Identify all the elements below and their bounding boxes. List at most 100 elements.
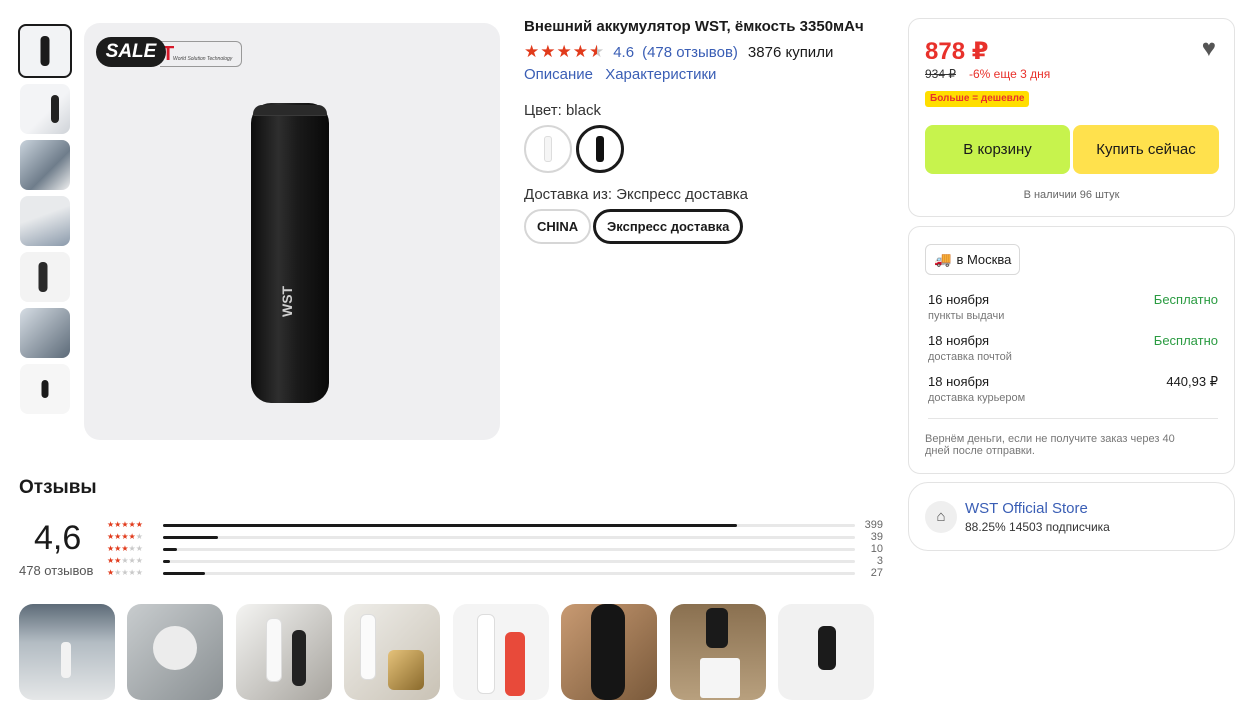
review-photo[interactable] (127, 604, 224, 700)
shipping-label: Доставка из: Экспресс доставка (524, 186, 749, 203)
heart-icon[interactable]: ♥ (1202, 37, 1216, 61)
reviews-title: Отзывы (19, 477, 97, 498)
swatch-image (544, 136, 552, 162)
add-to-cart-button[interactable]: В корзину (925, 125, 1070, 174)
rating-bar-track (163, 524, 855, 527)
reviews-score: 4,6 (34, 519, 82, 557)
rating-value[interactable]: 4.6 (613, 44, 634, 61)
rating-bar-row[interactable]: ★★★★★ 39 (107, 531, 887, 543)
photo-object (153, 626, 198, 670)
tab-specifications[interactable]: Характеристики (605, 66, 716, 83)
old-price: 934 ₽ (925, 67, 956, 81)
delivery-row: 16 ноября пункты выдачи Бесплатно (928, 292, 1218, 322)
photo-object (591, 604, 626, 700)
rating-bar-count: 3 (876, 555, 883, 567)
review-photo[interactable] (669, 604, 766, 700)
delivery-row: 18 ноября доставка курьером 440,93 ₽ (928, 374, 1218, 404)
thumbnail-list (18, 24, 74, 420)
rating-bar-count: 10 (870, 543, 883, 555)
delivery-price: Бесплатно (1153, 333, 1218, 348)
review-photo[interactable] (778, 604, 875, 700)
half-star-icon: ★ (588, 42, 606, 61)
delivery-method: пункты выдачи (928, 310, 1005, 322)
ship-option-china[interactable]: CHINA (524, 209, 592, 244)
rating-bar-row[interactable]: ★★★★★ 27 (107, 567, 887, 579)
rating-bar-row[interactable]: ★★★★★ 3 (107, 555, 887, 567)
color-swatch-white[interactable] (524, 125, 572, 173)
rating-stars-icon: ★★★★★ (107, 520, 143, 529)
review-photo[interactable] (19, 604, 115, 700)
info-tabs: Описание Характеристики (524, 66, 724, 83)
product-title: Внешний аккумулятор WST, ёмкость 3350мАч (524, 18, 864, 35)
photo-object (476, 614, 495, 694)
rating-stars-icon: ★★★★★ (524, 42, 605, 62)
rating-bar-count: 399 (864, 519, 883, 531)
review-photo[interactable] (344, 604, 441, 700)
rating-stars-icon: ★★★★★ (107, 544, 143, 553)
rating-stars-icon: ★★★★★ (107, 532, 143, 541)
photo-object (265, 618, 282, 682)
store-card[interactable]: ⌂ WST Official Store 88.25% 14503 подпис… (908, 482, 1235, 551)
delivery-row: 18 ноября доставка почтой Бесплатно (928, 333, 1218, 363)
rating-bar-count: 39 (870, 531, 883, 543)
thumbnail-1[interactable] (18, 24, 72, 78)
logo-text: World Solution Technology (173, 56, 233, 62)
buy-now-button[interactable]: Купить сейчас (1073, 125, 1219, 174)
thumbnail-6[interactable] (20, 308, 70, 358)
discount-label: -6% еще 3 дня (969, 67, 1051, 81)
bought-count: 3876 купили (747, 43, 834, 61)
thumbnail-5[interactable] (20, 252, 70, 302)
color-swatch-black[interactable] (576, 125, 624, 173)
rating-bar-track (163, 572, 855, 575)
reviews-link[interactable]: (478 отзывов) (642, 44, 738, 61)
device-logo: WST (279, 285, 295, 317)
rating-row: ★★★★★ 4.6 (478 отзывов) 3876 купили (524, 42, 833, 62)
rating-bar-fill (163, 536, 219, 539)
photo-object (699, 658, 740, 698)
product-image (38, 262, 47, 292)
rating-bar-track (163, 560, 855, 563)
thumbnail-7[interactable] (20, 364, 70, 414)
tab-description[interactable]: Описание (524, 66, 593, 83)
rating-bar-fill (163, 572, 205, 575)
photo-object (360, 614, 377, 680)
promo-badge[interactable]: Больше = дешевле (925, 91, 1030, 107)
power-bank-image: WST (251, 103, 329, 403)
photo-object (291, 630, 306, 686)
rating-bar-fill (163, 560, 170, 563)
store-name[interactable]: WST Official Store (965, 500, 1088, 517)
rating-bar-row[interactable]: ★★★★★ 399 (107, 519, 887, 531)
review-photo[interactable] (561, 604, 658, 700)
product-image (41, 380, 49, 398)
divider (928, 418, 1218, 419)
rating-bar-fill (163, 524, 738, 527)
city-selector[interactable]: 🚚 в Москва (925, 244, 1021, 275)
thumbnail-3[interactable] (20, 140, 70, 190)
main-product-image[interactable]: T World Solution Technology SALE WST (84, 23, 500, 440)
stock-info: В наличии 96 штук (1023, 189, 1120, 201)
rating-stars-icon: ★★★★★ (107, 556, 143, 565)
rating-distribution: ★★★★★ 399 ★★★★★ 39 ★★★★★ 10 ★★★★★ 3 ★★★★★ 27 (107, 519, 887, 579)
star-icons: ★★★★ (524, 42, 589, 61)
brand-logo: T World Solution Technology (160, 41, 242, 67)
store-icon: ⌂ (925, 501, 957, 533)
thumbnail-2[interactable] (20, 84, 70, 134)
thumbnail-4[interactable] (20, 196, 70, 246)
review-photo[interactable] (452, 604, 549, 700)
rating-bar-count: 27 (870, 567, 883, 579)
rating-bar-row[interactable]: ★★★★★ 10 (107, 543, 887, 555)
delivery-price: Бесплатно (1153, 292, 1218, 307)
refund-info: Вернём деньги, если не получите заказ че… (925, 433, 1175, 457)
rating-bar-track (163, 536, 855, 539)
color-label: Цвет: black (524, 102, 601, 119)
rating-bar-track (163, 548, 855, 551)
reviews-count: 478 отзывов (19, 563, 94, 578)
review-photo[interactable] (235, 604, 332, 700)
delivery-method: доставка курьером (928, 392, 1026, 404)
sale-badge: SALE (96, 37, 166, 67)
product-image (51, 95, 59, 123)
ship-option-express[interactable]: Экспресс доставка (593, 209, 744, 244)
product-image (40, 36, 50, 66)
review-photos (19, 604, 885, 700)
store-meta: 88.25% 14503 подписчика (965, 520, 1110, 534)
